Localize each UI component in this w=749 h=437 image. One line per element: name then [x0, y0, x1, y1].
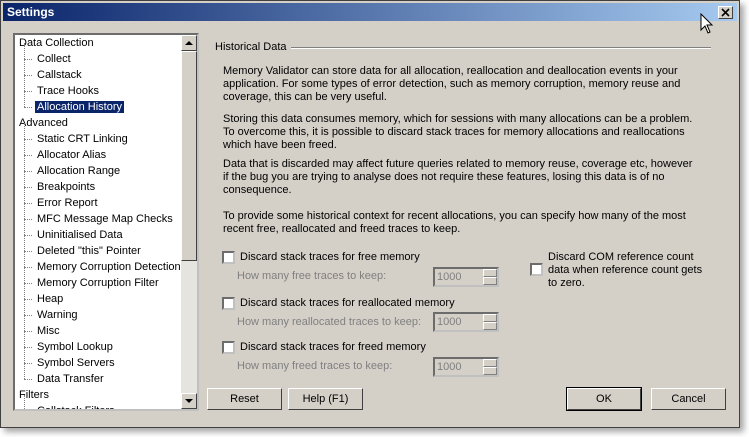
tree-item-label: Static CRT Linking — [37, 133, 128, 145]
arrow-up-icon — [185, 41, 193, 45]
mouse-cursor-icon — [700, 12, 714, 38]
discard-free-checkbox[interactable] — [222, 251, 235, 264]
tree-category[interactable]: Advanced — [15, 115, 183, 131]
scroll-thumb[interactable] — [181, 51, 197, 261]
group-title: Historical Data — [215, 41, 287, 53]
tree-item[interactable]: Allocator Alias — [15, 139, 183, 163]
realloc-traces-spinner[interactable]: 1000 — [433, 312, 499, 332]
tree-item-label: Symbol Servers — [37, 357, 115, 369]
spin-down-button[interactable] — [483, 322, 497, 330]
tree-item-label: Memory Corruption Filter — [37, 277, 159, 289]
tree-item[interactable]: Deleted "this" Pointer — [15, 235, 183, 259]
reset-button[interactable]: Reset — [207, 388, 282, 410]
tree-item[interactable]: MFC Message Map Checks — [15, 203, 183, 227]
group-divider — [291, 47, 711, 49]
tree-item-label: Allocation History — [35, 101, 124, 113]
spin-down-button[interactable] — [483, 367, 497, 375]
realloc-traces-label: How many reallocated traces to keep: — [237, 316, 422, 328]
discard-com-label: Discard COM reference count data when re… — [548, 251, 703, 289]
spin-down-button[interactable] — [483, 277, 497, 285]
discard-realloc-label: Discard stack traces for reallocated mem… — [240, 297, 455, 309]
tree-item[interactable]: Static CRT Linking — [15, 123, 183, 147]
tree-item[interactable]: Collect — [15, 43, 183, 67]
tree-scrollbar[interactable] — [181, 35, 197, 409]
tree-category[interactable]: Data Collection — [15, 35, 183, 51]
window-title: Settings — [7, 5, 55, 19]
spin-up-button[interactable] — [483, 269, 497, 277]
reset-label: Reset — [230, 393, 259, 405]
ok-label: OK — [596, 393, 612, 405]
realloc-traces-value: 1000 — [437, 316, 462, 328]
freed-traces-spinner[interactable]: 1000 — [433, 357, 499, 377]
tree-item-label: Uninitialised Data — [37, 229, 123, 241]
tree-list: Data Collection Collect Callstack Trace Hoo… — [15, 35, 183, 411]
tree-item-label: Collect — [37, 53, 71, 65]
spin-up-button[interactable] — [483, 314, 497, 322]
tree-item[interactable]: Allocation History — [15, 91, 183, 115]
help-button[interactable]: Help (F1) — [288, 388, 363, 410]
tree-item[interactable]: Trace Hooks — [15, 75, 183, 99]
tree-item-label: Deleted "this" Pointer — [37, 245, 141, 257]
help-label: Help (F1) — [302, 393, 349, 405]
tree-item[interactable]: Allocation Range — [15, 155, 183, 179]
discard-free-label: Discard stack traces for free memory — [240, 251, 420, 263]
tree-item-label: Allocator Alias — [37, 149, 107, 161]
discard-freed-label: Discard stack traces for freed memory — [240, 341, 426, 353]
description-para-2: Storing this data consumes memory, which… — [223, 113, 693, 151]
tree-item-label: Trace Hooks — [37, 85, 99, 97]
tree-item-label: Data Collection — [19, 37, 94, 49]
tree-item[interactable]: Uninitialised Data — [15, 219, 183, 243]
scroll-down-button[interactable] — [181, 393, 197, 409]
description-para-1: Memory Validator can store data for all … — [223, 65, 681, 103]
tree-item-label: Warning — [37, 309, 78, 321]
tree-item[interactable]: Error Report — [15, 187, 183, 211]
arrow-down-icon — [185, 399, 193, 403]
discard-realloc-checkbox[interactable] — [222, 297, 235, 310]
tree-item[interactable]: Callstack — [15, 59, 183, 83]
tree-item-label: Error Report — [37, 197, 98, 209]
cancel-label: Cancel — [671, 393, 706, 405]
tree-item-label: Filters — [19, 389, 49, 401]
scroll-up-button[interactable] — [181, 35, 197, 51]
tree-item[interactable]: Warning — [15, 299, 183, 323]
tree-item[interactable]: Callstack Filters — [15, 395, 183, 411]
tree-item-label: Callstack — [37, 69, 82, 81]
freed-traces-value: 1000 — [437, 361, 462, 373]
description-para-3: Data that is discarded may affect future… — [223, 158, 693, 196]
ok-button[interactable]: OK — [566, 387, 642, 411]
freed-traces-label: How many freed traces to keep: — [237, 360, 393, 372]
tree-item-label: Memory Corruption Detection — [37, 261, 181, 273]
settings-dialog: Settings Data Collection Collect Callstack… — [0, 0, 740, 428]
free-traces-label: How many free traces to keep: — [237, 270, 387, 282]
tree-item-label: Data Transfer — [37, 373, 104, 385]
cancel-button[interactable]: Cancel — [651, 388, 726, 410]
tree-item[interactable]: Symbol Servers — [15, 347, 183, 371]
tree-item-label: Callstack Filters — [37, 405, 115, 411]
tree-category[interactable]: Filters — [15, 387, 183, 403]
description-para-4: To provide some historical context for r… — [223, 210, 686, 235]
close-button[interactable] — [718, 6, 733, 19]
tree-item[interactable]: Misc — [15, 315, 183, 339]
tree-item[interactable]: Memory Corruption Detection — [15, 251, 183, 275]
spin-up-button[interactable] — [483, 359, 497, 367]
title-bar[interactable]: Settings — [3, 3, 737, 21]
discard-freed-checkbox[interactable] — [222, 341, 235, 354]
close-icon — [721, 8, 730, 17]
free-traces-value: 1000 — [437, 271, 462, 283]
tree-item-label: Breakpoints — [37, 181, 96, 193]
tree-item[interactable]: Symbol Lookup — [15, 331, 183, 355]
tree-item[interactable]: Heap — [15, 283, 183, 307]
tree-item-label: Heap — [37, 293, 64, 305]
tree-item-label: MFC Message Map Checks — [37, 213, 173, 225]
tree-item-label: Symbol Lookup — [37, 341, 113, 353]
tree-item-label: Allocation Range — [37, 165, 121, 177]
discard-com-checkbox[interactable] — [530, 263, 543, 276]
tree-item[interactable]: Memory Corruption Filter — [15, 267, 183, 291]
tree-item[interactable]: Data Transfer — [15, 363, 183, 387]
tree-item[interactable]: Breakpoints — [15, 171, 183, 195]
settings-tree[interactable]: Data Collection Collect Callstack Trace Hoo… — [13, 33, 199, 411]
free-traces-spinner[interactable]: 1000 — [433, 267, 499, 287]
tree-item-label: Misc — [37, 325, 60, 337]
